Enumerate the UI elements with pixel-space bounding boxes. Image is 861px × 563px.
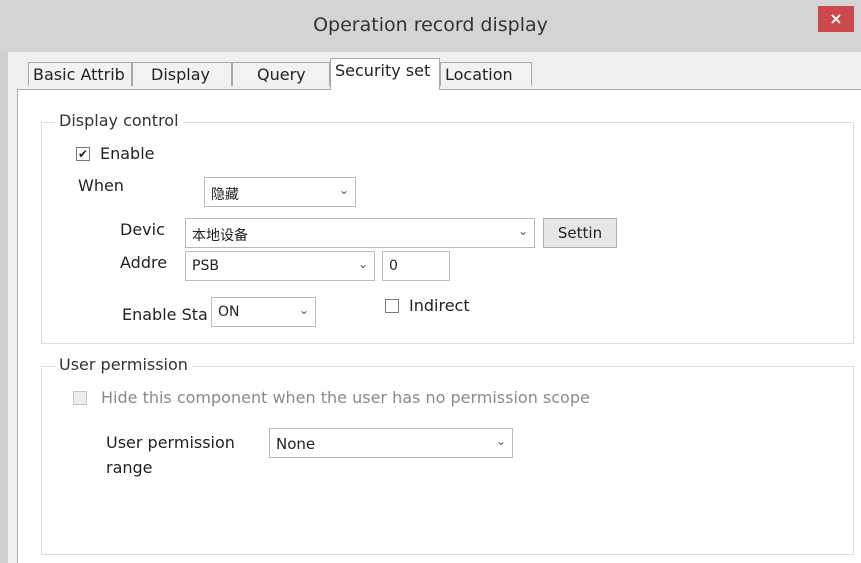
chevron-down-icon: ⌄ xyxy=(357,257,368,271)
device-label: Devic xyxy=(120,220,165,239)
user-permission-legend: User permission xyxy=(55,355,192,374)
enable-state-select[interactable]: ON ⌄ xyxy=(211,297,316,327)
permission-range-label-line2: range xyxy=(106,458,153,477)
settings-button[interactable]: Settin xyxy=(543,218,617,248)
indirect-label: Indirect xyxy=(409,296,470,315)
enable-state-value: ON xyxy=(218,304,240,320)
display-control-legend: Display control xyxy=(55,111,183,130)
enable-state-label: Enable Sta xyxy=(122,305,208,324)
device-select-value: 本地设备 xyxy=(192,228,248,244)
indirect-checkbox[interactable] xyxy=(385,299,399,313)
tab-panel-security: Display control ✔ Enable When 隐藏 ⌄ Devic… xyxy=(17,89,861,563)
enable-label: Enable xyxy=(100,144,155,163)
hide-component-label: Hide this component when the user has no… xyxy=(101,388,590,407)
chevron-down-icon: ⌄ xyxy=(495,434,506,448)
dialog-window: Operation record display × Basic Attrib … xyxy=(0,0,861,563)
permission-range-label-line1: User permission xyxy=(106,433,235,452)
tab-basic-attributes[interactable]: Basic Attrib xyxy=(28,62,132,86)
address-number-input[interactable]: 0 xyxy=(382,251,450,281)
checkmark-icon: ✔ xyxy=(77,147,89,161)
address-type-value: PSB xyxy=(192,258,219,274)
chevron-down-icon: ⌄ xyxy=(298,303,309,317)
tab-query[interactable]: Query xyxy=(232,62,330,86)
tab-security-settings[interactable]: Security set xyxy=(330,58,440,90)
tab-location[interactable]: Location xyxy=(440,62,532,86)
chevron-down-icon: ⌄ xyxy=(338,183,349,197)
enable-checkbox[interactable]: ✔ xyxy=(76,147,90,161)
close-button[interactable]: × xyxy=(818,6,854,32)
chevron-down-icon: ⌄ xyxy=(517,224,528,238)
when-label: When xyxy=(78,176,124,195)
when-select-value: 隐藏 xyxy=(211,187,239,203)
title-bar[interactable]: Operation record display × xyxy=(0,0,861,52)
permission-range-select[interactable]: None ⌄ xyxy=(269,428,513,458)
tab-display[interactable]: Display xyxy=(132,62,232,86)
device-select[interactable]: 本地设备 ⌄ xyxy=(185,218,535,248)
when-select[interactable]: 隐藏 ⌄ xyxy=(204,177,356,207)
window-title: Operation record display xyxy=(313,14,548,36)
address-type-select[interactable]: PSB ⌄ xyxy=(185,251,375,281)
hide-component-checkbox[interactable] xyxy=(73,391,87,405)
permission-range-value: None xyxy=(276,435,316,453)
address-label: Addre xyxy=(120,253,168,272)
